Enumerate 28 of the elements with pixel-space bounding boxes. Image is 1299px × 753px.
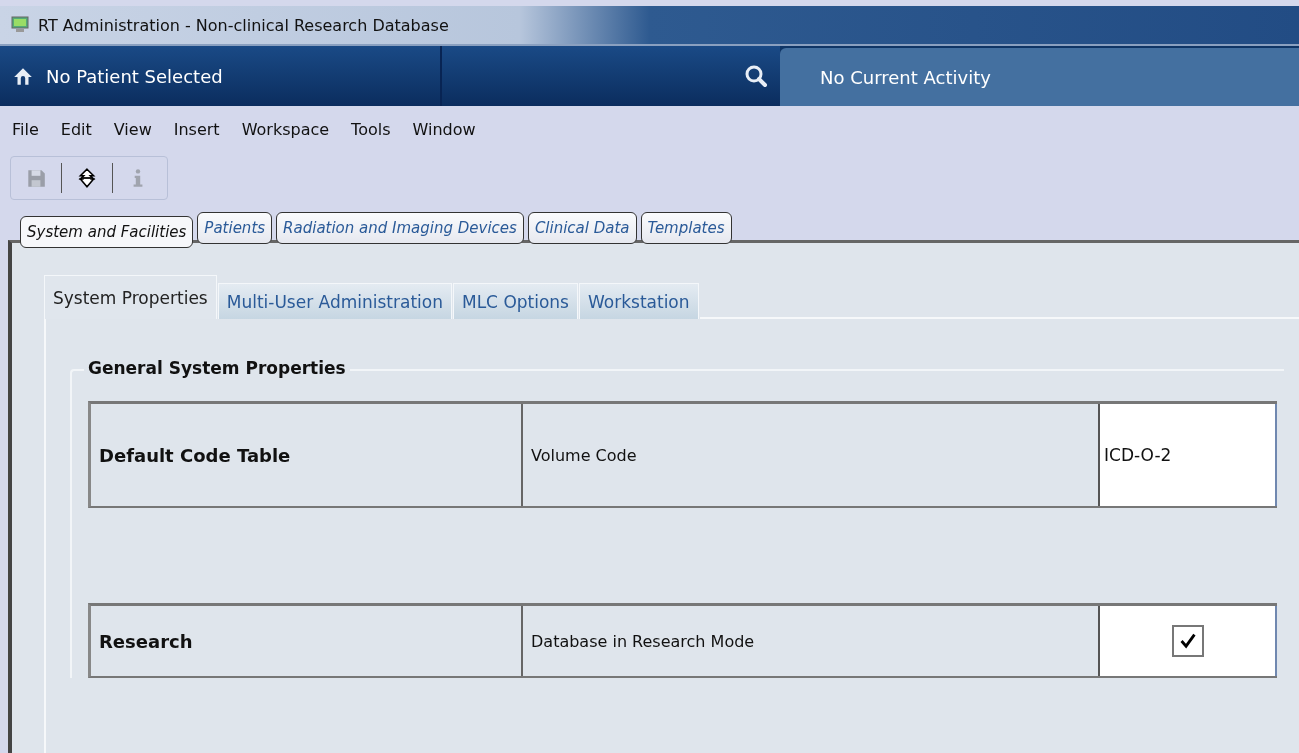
value-field[interactable]: ICD-O-2 — [1100, 445, 1172, 465]
tab[interactable]: MLC Options — [452, 283, 578, 319]
check-mark-icon — [1178, 632, 1197, 650]
menu-item[interactable]: File — [12, 120, 39, 146]
menu-item[interactable]: Tools — [351, 120, 391, 146]
tab[interactable]: System Properties — [44, 275, 217, 319]
tab[interactable]: Multi-User Administration — [217, 283, 452, 319]
patient-status: No Patient Selected — [46, 65, 223, 87]
nav-tab[interactable]: Radiation and Imaging Devices — [276, 212, 524, 244]
menu-item[interactable]: Insert — [173, 120, 220, 146]
menu-item[interactable]: Workspace — [241, 120, 330, 146]
tab[interactable]: Workstation — [579, 283, 699, 319]
table-cell: Research — [91, 606, 523, 676]
nav-tab[interactable]: Clinical Data — [527, 212, 637, 244]
menu-item[interactable]: Window — [412, 120, 476, 146]
menu-item[interactable]: Edit — [60, 120, 92, 146]
window-title: RT Administration - Non-clinical Research Database — [38, 15, 449, 35]
search-icon[interactable] — [744, 64, 768, 88]
navigate-icon — [76, 167, 98, 189]
table-cell: Default Code Table — [91, 404, 523, 506]
group-title: General System Properties — [84, 358, 350, 378]
app-icon — [10, 15, 30, 35]
activity-status: No Current Activity — [820, 66, 991, 88]
menu-item[interactable]: View — [113, 120, 152, 146]
checkbox[interactable] — [1171, 625, 1204, 657]
nav-tab[interactable]: Templates — [640, 212, 732, 244]
nav-tab[interactable]: Patients — [197, 212, 273, 244]
nav-tab[interactable]: System and Facilities — [20, 216, 194, 248]
